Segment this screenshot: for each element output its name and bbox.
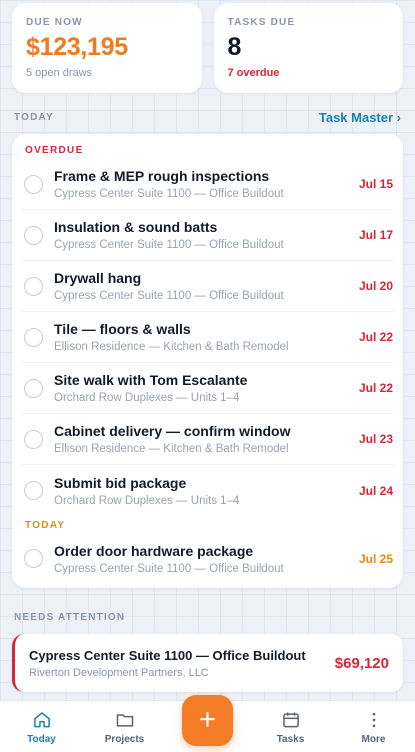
- task-checkbox[interactable]: [24, 225, 43, 245]
- task-row[interactable]: Cabinet delivery — confirm window Elliso…: [22, 414, 393, 465]
- task-due-date: Jul 22: [358, 330, 393, 344]
- tab-projects-label: Projects: [104, 734, 145, 745]
- task-row[interactable]: Site walk with Tom Escalante Orchard Row…: [22, 363, 393, 414]
- task-checkbox[interactable]: [24, 429, 43, 449]
- task-checkbox[interactable]: [24, 174, 43, 194]
- task-title: Cabinet delivery — confirm window: [54, 423, 291, 439]
- task-due-date: Jul 25: [358, 551, 393, 566]
- folder-icon: [116, 714, 133, 727]
- task-title: Order door hardware package: [54, 542, 254, 559]
- task-row[interactable]: Tile — floors & walls Ellison Residence …: [22, 312, 393, 363]
- task-checkbox[interactable]: [24, 378, 43, 398]
- task-due-date: Jul 15: [358, 177, 393, 191]
- task-title: Site walk with Tom Escalante: [54, 372, 248, 388]
- today-section-title: TODAY: [14, 112, 54, 123]
- due-now-value: $123,195: [26, 33, 128, 61]
- tasks-due-sub: 7 overdue: [227, 67, 280, 79]
- add-button[interactable]: +: [182, 695, 233, 746]
- task-project: Ellison Residence — Kitchen & Bath Remod…: [54, 443, 289, 455]
- task-project: Cypress Center Suite 1100 — Office Build…: [54, 562, 284, 575]
- plus-icon: +: [198, 702, 217, 736]
- needs-attention-title: NEEDS ATTENTION: [14, 612, 126, 623]
- task-project: Cypress Center Suite 1100 — Office Build…: [54, 290, 284, 302]
- tab-today[interactable]: Today: [0, 701, 83, 752]
- task-checkbox[interactable]: [24, 276, 43, 296]
- tab-tasks[interactable]: Tasks: [249, 701, 332, 752]
- stats-row: DUE NOW $123,195 5 open draws TASKS DUE …: [12, 3, 403, 93]
- task-project: Orchard Row Duplexes — Units 1–4: [54, 494, 240, 507]
- tab-tasks-label: Tasks: [276, 734, 305, 745]
- task-row[interactable]: Insulation & sound batts Cypress Center …: [22, 210, 393, 261]
- task-due-date: Jul 24: [358, 483, 393, 498]
- task-title: Submit bid package: [54, 474, 187, 491]
- task-row[interactable]: Frame & MEP rough inspections Cypress Ce…: [22, 159, 393, 210]
- task-due-date: Jul 17: [358, 228, 393, 242]
- tasks-due-value: 8: [227, 33, 242, 61]
- tab-today-label: Today: [27, 734, 56, 745]
- calendar-icon: [282, 712, 299, 728]
- home-icon: [33, 712, 50, 728]
- task-title: Tile — floors & walls: [54, 321, 191, 337]
- task-list-card: OVERDUE Frame & MEP rough inspections Cy…: [12, 134, 403, 588]
- attention-project-card[interactable]: Cypress Center Suite 1100 — Office Build…: [12, 634, 403, 692]
- due-now-card[interactable]: DUE NOW $123,195 5 open draws: [12, 3, 202, 93]
- tasks-due-label: TASKS DUE: [227, 17, 296, 28]
- task-row[interactable]: Submit bid package Orchard Row Duplexes …: [22, 465, 393, 516]
- task-row[interactable]: Drywall hang Cypress Center Suite 1100 —…: [22, 261, 393, 312]
- attention-client-name: Riverton Development Partners, LLC: [29, 666, 209, 679]
- task-checkbox[interactable]: [24, 549, 43, 568]
- task-project: Ellison Residence — Kitchen & Bath Remod…: [54, 341, 289, 353]
- tab-more[interactable]: More: [332, 701, 415, 752]
- overdue-group-label: OVERDUE: [25, 145, 84, 156]
- task-project: Cypress Center Suite 1100 — Office Build…: [54, 188, 284, 200]
- task-title: Insulation & sound batts: [54, 219, 218, 235]
- task-project: Cypress Center Suite 1100 — Office Build…: [54, 239, 284, 251]
- task-checkbox[interactable]: [24, 327, 43, 347]
- due-now-label: DUE NOW: [26, 17, 83, 28]
- task-checkbox[interactable]: [24, 481, 43, 500]
- task-due-date: Jul 22: [358, 381, 393, 395]
- attention-project-title: Cypress Center Suite 1100 — Office Build…: [29, 647, 306, 663]
- more-vertical-icon: [372, 712, 375, 728]
- task-master-link[interactable]: Task Master ›: [319, 110, 401, 125]
- today-group-label: TODAY: [25, 520, 66, 531]
- attention-amount: $69,120: [334, 654, 389, 672]
- task-row[interactable]: Order door hardware package Cypress Cent…: [22, 533, 393, 584]
- task-project: Orchard Row Duplexes — Units 1–4: [54, 392, 240, 404]
- task-title: Frame & MEP rough inspections: [54, 168, 270, 184]
- needs-attention-header: NEEDS ATTENTION: [14, 612, 401, 623]
- today-section-header: TODAY Task Master ›: [14, 110, 401, 125]
- task-due-date: Jul 23: [358, 432, 393, 446]
- tab-projects[interactable]: Projects: [83, 701, 166, 752]
- due-now-sub: 5 open draws: [26, 67, 93, 79]
- tab-more-label: More: [361, 734, 386, 745]
- task-title: Drywall hang: [54, 270, 142, 286]
- tasks-due-card[interactable]: TASKS DUE 8 7 overdue: [213, 3, 403, 93]
- task-due-date: Jul 20: [358, 279, 393, 293]
